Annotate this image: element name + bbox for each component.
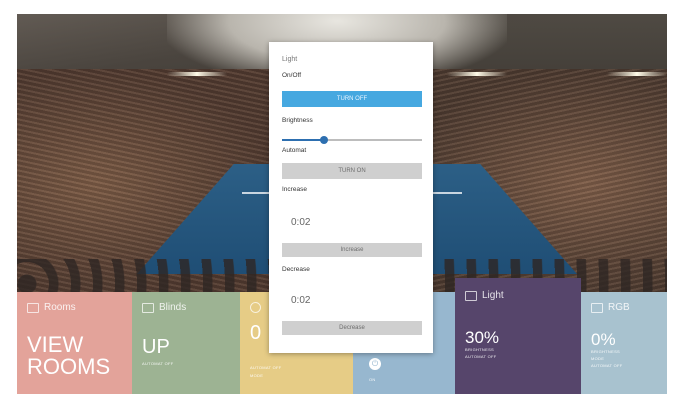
power-icon: ⏻ (369, 358, 381, 370)
light-brightness-value: 30% (465, 328, 500, 347)
blinds-tile-title: Blinds (159, 302, 187, 313)
increase-button[interactable]: Increase (282, 243, 422, 257)
dialog-title: Light (282, 56, 298, 63)
climate-automat-status: AUTOMAT OFF (250, 365, 282, 370)
decrease-time-value: 0:02 (291, 295, 311, 306)
brightness-slider[interactable] (282, 136, 422, 144)
smart-home-dashboard: Rooms VIEW ROOMS Blinds UP AUTOMAT OFF 0… (17, 14, 667, 394)
decrease-label: Decrease (282, 266, 310, 273)
turn-off-button[interactable]: TURN OFF (282, 91, 422, 107)
rgb-tile[interactable]: RGB 0% BRIGHTNESS MODE AUTOMAT OFF (581, 292, 667, 394)
rooms-tile[interactable]: Rooms VIEW ROOMS (17, 292, 132, 394)
rooms-value-line2: ROOMS (27, 354, 111, 379)
blinds-icon (142, 302, 154, 313)
brightness-slider-thumb[interactable] (320, 136, 328, 144)
automat-turn-on-button[interactable]: TURN ON (282, 163, 422, 179)
rooms-tile-title: Rooms (44, 302, 76, 313)
increase-time-value: 0:02 (291, 217, 311, 228)
light-icon (465, 290, 477, 301)
rgb-brightness-value: 0% (591, 330, 616, 349)
brightness-slider-fill (282, 139, 324, 141)
light-brightness-label: BRIGHTNESS (465, 347, 495, 352)
rooms-icon (27, 302, 39, 313)
rgb-mode: MODE (591, 356, 605, 361)
decrease-button[interactable]: Decrease (282, 321, 422, 335)
climate-value: 0 (250, 322, 262, 344)
automat-label: Automat (282, 147, 307, 154)
light-tile[interactable]: Light 30% BRIGHTNESS AUTOMAT OFF (455, 278, 581, 394)
rgb-brightness-label: BRIGHTNESS (591, 349, 621, 354)
light-tile-title: Light (482, 290, 504, 301)
climate-mode: MODE (250, 373, 264, 378)
blinds-tile[interactable]: Blinds UP AUTOMAT OFF (132, 292, 240, 394)
rgb-tile-title: RGB (608, 302, 630, 313)
blinds-automat-status: AUTOMAT OFF (142, 361, 174, 366)
rgb-automat-status: AUTOMAT OFF (591, 363, 623, 368)
blinds-value: UP (142, 336, 170, 358)
light-control-dialog: Light On/Off TURN OFF Brightness Automat… (269, 42, 433, 353)
increase-label: Increase (282, 186, 307, 193)
power-status: ON (369, 377, 376, 382)
rooms-value-line1: VIEW (27, 332, 84, 357)
onoff-label: On/Off (282, 72, 302, 79)
thermostat-icon (250, 302, 261, 313)
brightness-label: Brightness (282, 117, 313, 124)
rgb-icon (591, 302, 603, 313)
light-automat-status: AUTOMAT OFF (465, 354, 497, 359)
